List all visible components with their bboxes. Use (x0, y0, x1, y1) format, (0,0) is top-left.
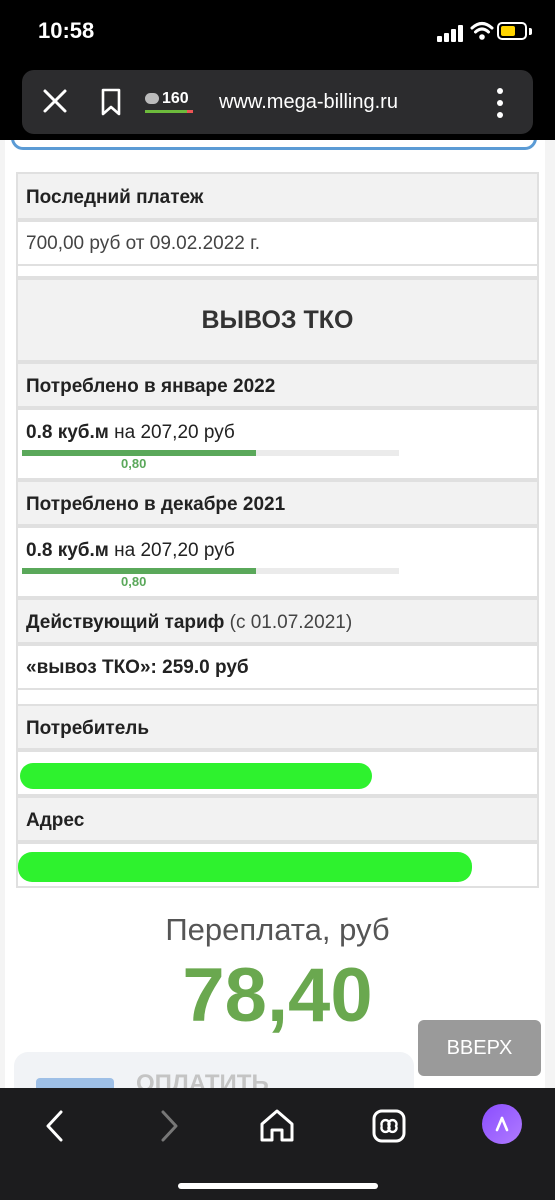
section-header: ВЫВОЗ ТКО (16, 278, 539, 362)
consumption-jan-header: Потреблено в январе 2022 (16, 362, 539, 408)
address-bar-url[interactable]: www.mega-billing.ru (219, 91, 398, 114)
comments-count: 160 (162, 90, 189, 107)
overpayment-label: Переплата, руб (165, 912, 390, 947)
consumption-dec-bar-label: 0,80 (121, 574, 147, 589)
consumer-title: Потребитель (26, 718, 150, 739)
voice-assistant-icon[interactable] (482, 1104, 522, 1144)
status-bar: 10:58 (0, 0, 555, 64)
status-time: 10:58 (38, 18, 95, 43)
tariff-name: «вывоз ТКО»: (26, 657, 157, 678)
bookmark-icon[interactable] (100, 88, 122, 116)
address-redaction (18, 852, 472, 882)
browser-toolbar: 160 www.mega-billing.ru (22, 70, 533, 134)
consumption-dec-progress (22, 568, 399, 574)
tabs-icon[interactable] (369, 1106, 409, 1146)
pay-button-label: ОПЛАТИТЬ (136, 1070, 269, 1088)
card-icon (36, 1078, 114, 1088)
web-page: Последний платеж 700,00 руб от 09.02.202… (0, 140, 555, 1088)
consumption-dec-row: 0.8 куб.м на 207,20 руб (16, 526, 539, 598)
home-icon[interactable] (257, 1106, 297, 1146)
consumption-jan-amount: 0.8 куб.м (26, 422, 109, 443)
consumption-jan-cost: на 207,20 руб (114, 422, 235, 443)
last-payment-title: Последний платеж (26, 187, 204, 208)
tariff-title: Действующий тариф (26, 612, 225, 633)
consumption-jan-title: Потреблено в январе 2022 (26, 376, 276, 397)
comments-badge[interactable]: 160 (142, 86, 198, 116)
tariff-header: Действующий тариф (с 01.07.2021) (16, 598, 539, 644)
section-title: ВЫВОЗ ТКО (201, 306, 354, 334)
last-payment-value: 700,00 руб от 09.02.2022 г. (26, 233, 261, 254)
home-indicator[interactable] (178, 1183, 378, 1189)
consumption-dec-amount: 0.8 куб.м (26, 540, 109, 561)
more-menu-icon[interactable] (496, 88, 504, 118)
last-payment-row: 700,00 руб от 09.02.2022 г. (16, 220, 539, 266)
comment-bubble-icon (145, 93, 159, 104)
close-icon[interactable] (42, 88, 68, 114)
cellular-signal-icon (437, 24, 465, 42)
consumption-jan-bar-label: 0,80 (121, 456, 147, 471)
consumption-dec-cost: на 207,20 руб (114, 540, 235, 561)
last-payment-header: Последний платеж (16, 172, 539, 220)
address-header: Адрес (16, 796, 539, 842)
consumption-dec-title: Потреблено в декабре 2021 (26, 494, 286, 515)
scroll-up-button[interactable]: ВВЕРХ (418, 1020, 541, 1076)
tariff-row: «вывоз ТКО»: 259.0 руб (16, 644, 539, 690)
consumption-jan-row: 0.8 куб.м на 207,20 руб (16, 408, 539, 480)
consumption-jan-progress (22, 450, 399, 456)
wifi-icon (470, 22, 494, 40)
forward-icon[interactable] (148, 1106, 188, 1146)
consumer-redaction (20, 763, 372, 789)
previous-block-edge (11, 140, 537, 150)
address-title: Адрес (26, 810, 85, 831)
tariff-price: 259.0 руб (162, 657, 249, 678)
back-icon[interactable] (36, 1106, 76, 1146)
pay-button[interactable]: ОПЛАТИТЬ (14, 1052, 414, 1088)
tariff-since: (с 01.07.2021) (229, 612, 353, 633)
consumption-dec-header: Потреблено в декабре 2021 (16, 480, 539, 526)
battery-icon (497, 22, 527, 40)
consumer-header: Потребитель (16, 704, 539, 750)
